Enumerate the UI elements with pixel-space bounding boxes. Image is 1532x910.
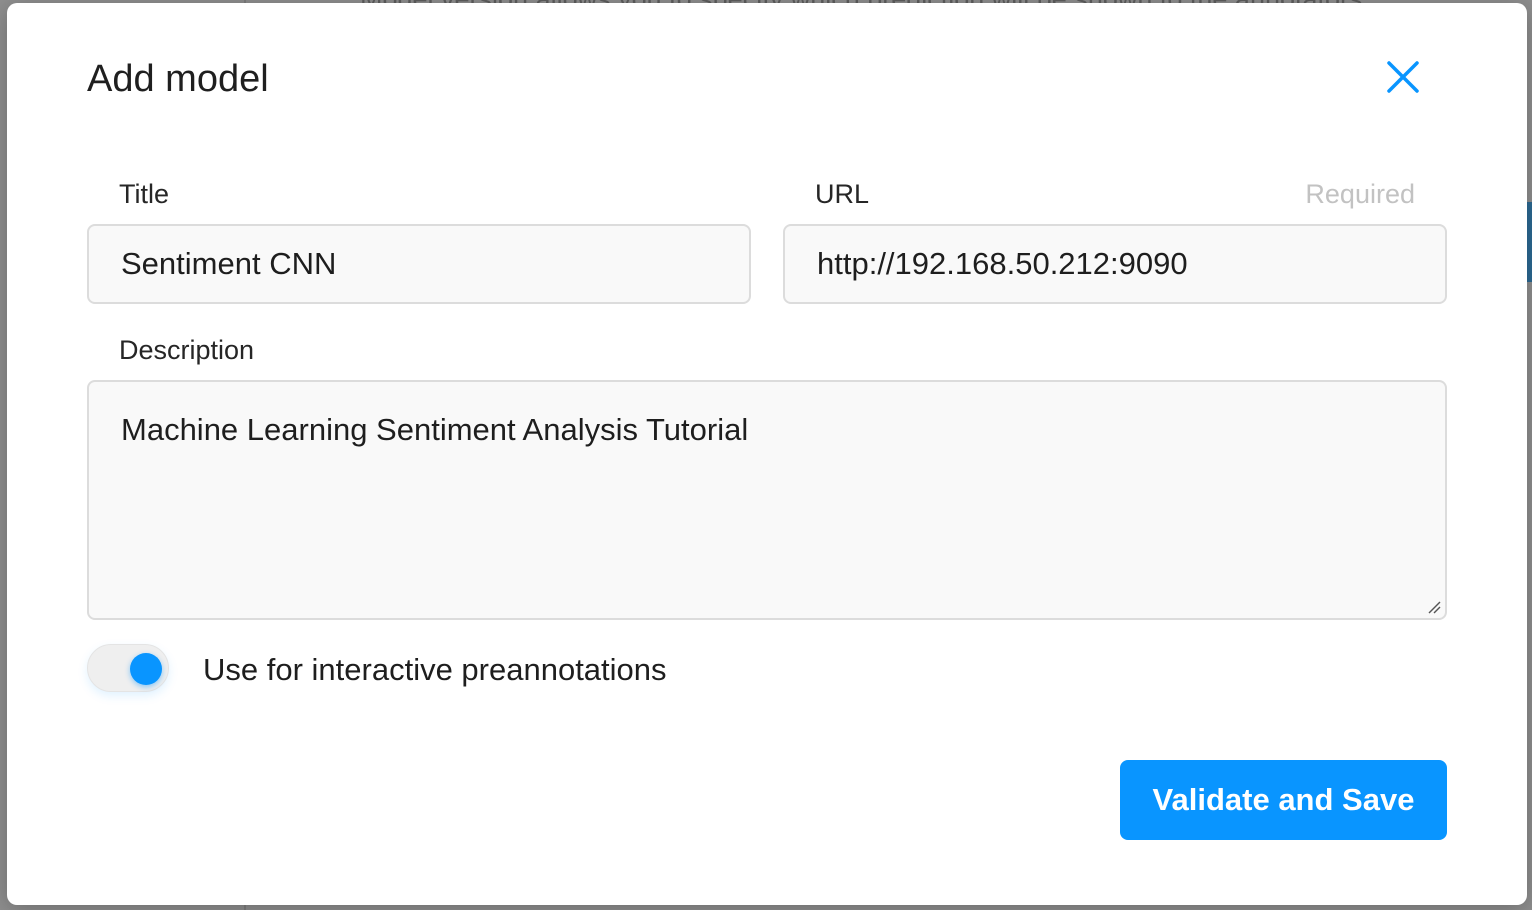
interactive-preannotations-toggle[interactable] — [87, 644, 169, 692]
url-input[interactable]: http://192.168.50.212:9090 — [783, 224, 1447, 304]
validate-and-save-button[interactable]: Validate and Save — [1120, 760, 1447, 840]
description-text: Machine Learning Sentiment Analysis Tuto… — [121, 412, 749, 447]
background-accent-bar — [1527, 202, 1532, 282]
dialog-title: Add model — [87, 58, 269, 100]
close-button[interactable] — [1379, 53, 1427, 101]
description-textarea[interactable]: Machine Learning Sentiment Analysis Tuto… — [87, 380, 1447, 620]
title-input[interactable]: Sentiment CNN — [87, 224, 751, 304]
toggle-knob — [130, 653, 162, 685]
description-label: Description — [119, 335, 255, 365]
title-label: Title — [119, 179, 170, 209]
url-required-hint: Required — [1305, 179, 1415, 209]
close-icon — [1387, 61, 1419, 93]
add-model-dialog: Add model Title Sentiment CNN URL Requir… — [7, 3, 1527, 905]
interactive-preannotations-label: Use for interactive preannotations — [203, 652, 667, 687]
resize-handle-icon[interactable] — [1427, 600, 1441, 614]
url-label: URL — [815, 179, 870, 209]
